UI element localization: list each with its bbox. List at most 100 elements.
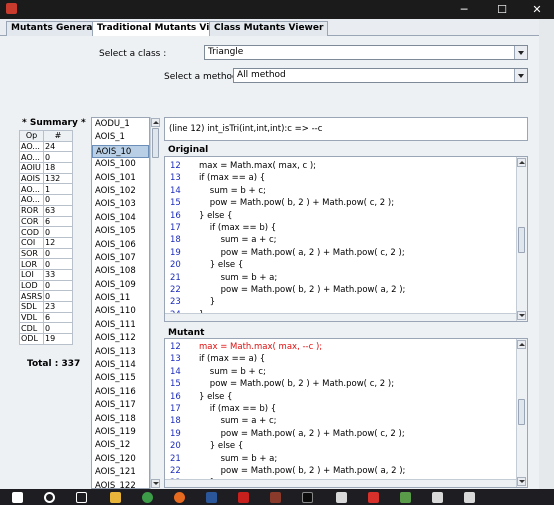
class-select-label: Select a class : [99, 49, 167, 59]
code-line: 15 pow = Math.pow( b, 2 ) + Math.pow( c,… [165, 378, 527, 390]
summary-op: LOD [19, 279, 44, 292]
scroll-up-icon[interactable] [517, 340, 526, 349]
mutant-list-item[interactable]: AOIS_1 [92, 131, 149, 144]
code-text: sum = b + a; [199, 453, 278, 464]
mutant-list-item[interactable]: AOIS_102 [92, 185, 149, 198]
scroll-down-icon[interactable] [151, 479, 160, 488]
search-icon[interactable] [44, 492, 55, 503]
class-select[interactable]: Triangle [204, 45, 528, 60]
mutant-list-item[interactable]: AOIS_110 [92, 305, 149, 318]
scrollbar-thumb[interactable] [518, 227, 525, 253]
original-hscrollbar[interactable] [165, 313, 517, 321]
mutant-list-item[interactable]: AOIS_109 [92, 279, 149, 292]
mujava-window: Mutants Generator Traditional Mutants Vi… [0, 19, 539, 489]
summary-count: 18 [43, 162, 73, 174]
mutant-list-item[interactable]: AOIS_121 [92, 466, 149, 479]
mutant-list-item[interactable]: AOIS_120 [92, 453, 149, 466]
scrollbar-thumb[interactable] [518, 399, 525, 425]
mutant-list-item[interactable]: AOIS_112 [92, 332, 149, 345]
traditional-viewer-panel: Select a class : Triangle Select a metho… [0, 36, 539, 489]
scroll-up-icon[interactable] [151, 118, 160, 127]
code-line: 13 if (max == a) { [165, 172, 527, 184]
mutant-list-item[interactable]: AOIS_103 [92, 198, 149, 211]
mutant-list-item[interactable]: AOIS_116 [92, 386, 149, 399]
chevron-down-icon[interactable] [514, 46, 527, 59]
chrome-icon[interactable] [142, 492, 153, 503]
mutant-list-item[interactable]: AOIS_12 [92, 439, 149, 452]
line-number: 22 [170, 465, 181, 476]
task-view-icon[interactable] [76, 492, 87, 503]
mutant-list-scrollbar[interactable] [150, 117, 160, 489]
summary-op: AO... [19, 194, 44, 206]
code-text: pow = Math.pow( b, 2 ) + Math.pow( a, 2 … [199, 284, 406, 295]
summary-op: SDL [19, 301, 44, 313]
close-button[interactable]: ✕ [520, 0, 554, 19]
maximize-button[interactable]: ☐ [485, 0, 519, 19]
mutant-list-item[interactable]: AOIS_106 [92, 239, 149, 252]
summary-count: 0 [43, 151, 73, 164]
summary-body: AO... 24 AO... 0 AOIU 18 AOIS 132 AO... 1 AO... 0 RO… [19, 140, 73, 345]
summary-count: 0 [43, 290, 73, 302]
mutant-hscrollbar[interactable] [165, 479, 517, 487]
summary-row: AO... 0 [19, 194, 73, 206]
scroll-down-icon[interactable] [517, 477, 526, 486]
summary-count: 6 [43, 215, 73, 228]
mutant-list-item[interactable]: AOIS_101 [92, 172, 149, 185]
line-number: 19 [170, 247, 181, 258]
mutant-list-item[interactable]: AOIS_122 [92, 480, 149, 488]
scrollbar-thumb[interactable] [152, 128, 159, 158]
java-icon[interactable] [464, 492, 475, 503]
method-select[interactable]: All method [233, 68, 528, 83]
mutant-list[interactable]: AODU_1 AOIS_1 AOIS_10 AOIS_100 AOIS_101 AOIS_… [91, 117, 150, 489]
firefox-icon[interactable] [174, 492, 185, 503]
mutant-list-item[interactable]: AOIS_114 [92, 359, 149, 372]
minimize-button[interactable]: ─ [447, 0, 481, 19]
scroll-up-icon[interactable] [517, 158, 526, 167]
line-number: 12 [170, 161, 181, 171]
app-icon[interactable] [270, 492, 281, 503]
mutant-list-item[interactable]: AOIS_100 [92, 158, 149, 171]
original-scrollbar[interactable] [516, 157, 527, 321]
acrobat-icon[interactable] [238, 492, 249, 503]
mutant-list-item[interactable]: AOIS_119 [92, 426, 149, 439]
summary-count: 1 [43, 183, 73, 196]
mutant-list-item[interactable]: AODU_1 [92, 118, 149, 131]
mutant-list-item[interactable]: AOIS_107 [92, 252, 149, 265]
summary-count: 23 [43, 301, 73, 313]
java-icon[interactable] [432, 492, 443, 503]
code-line: 14 sum = b + c; [165, 185, 527, 197]
mutant-list-item[interactable]: AOIS_111 [92, 319, 149, 332]
file-explorer-icon[interactable] [110, 492, 121, 503]
mutant-list-item[interactable]: AOIS_10 [92, 144, 149, 159]
pen-icon[interactable] [368, 492, 379, 503]
windows-start-icon[interactable] [12, 492, 23, 503]
code-text: } else { [199, 441, 244, 452]
mutant-list-item[interactable]: AOIS_11 [92, 292, 149, 305]
mutant-code-view: 12 max = Math.max( max, --c ); 13 if (max =… [164, 338, 528, 488]
code-line: 22 pow = Math.pow( b, 2 ) + Math.pow( a,… [165, 284, 527, 296]
code-line: 12 max = Math.max( max, c ); [165, 160, 527, 172]
mutant-list-item[interactable]: AOIS_115 [92, 372, 149, 385]
mutant-list-item[interactable]: AOIS_105 [92, 225, 149, 238]
java-icon[interactable] [336, 492, 347, 503]
tab-class-mutants-viewer[interactable]: Class Mutants Viewer [209, 21, 329, 36]
summary-row: COR 6 [19, 215, 73, 228]
app-icon[interactable] [400, 492, 411, 503]
word-icon[interactable] [206, 492, 217, 503]
summary-op: COI [19, 236, 44, 249]
scroll-down-icon[interactable] [517, 311, 526, 320]
terminal-icon[interactable] [302, 492, 313, 503]
summary-table: Op # AO... 24 AO... 0 AOIU 18 AOIS 132 AO... 1 AO.… [19, 130, 73, 345]
mutant-list-item[interactable]: AOIS_117 [92, 399, 149, 412]
summary-row: LOR 0 [19, 258, 73, 270]
mutant-list-item[interactable]: AOIS_113 [92, 346, 149, 359]
summary-count: 132 [43, 172, 73, 185]
mutant-scrollbar[interactable] [516, 339, 527, 487]
code-line: 17 if (max == b) { [165, 403, 527, 415]
summary-count: 24 [43, 140, 73, 153]
mutant-list-item[interactable]: AOIS_108 [92, 265, 149, 278]
chevron-down-icon[interactable] [514, 69, 527, 82]
summary-op: AOIU [19, 162, 44, 174]
mutant-list-item[interactable]: AOIS_104 [92, 212, 149, 225]
mutant-list-item[interactable]: AOIS_118 [92, 413, 149, 426]
